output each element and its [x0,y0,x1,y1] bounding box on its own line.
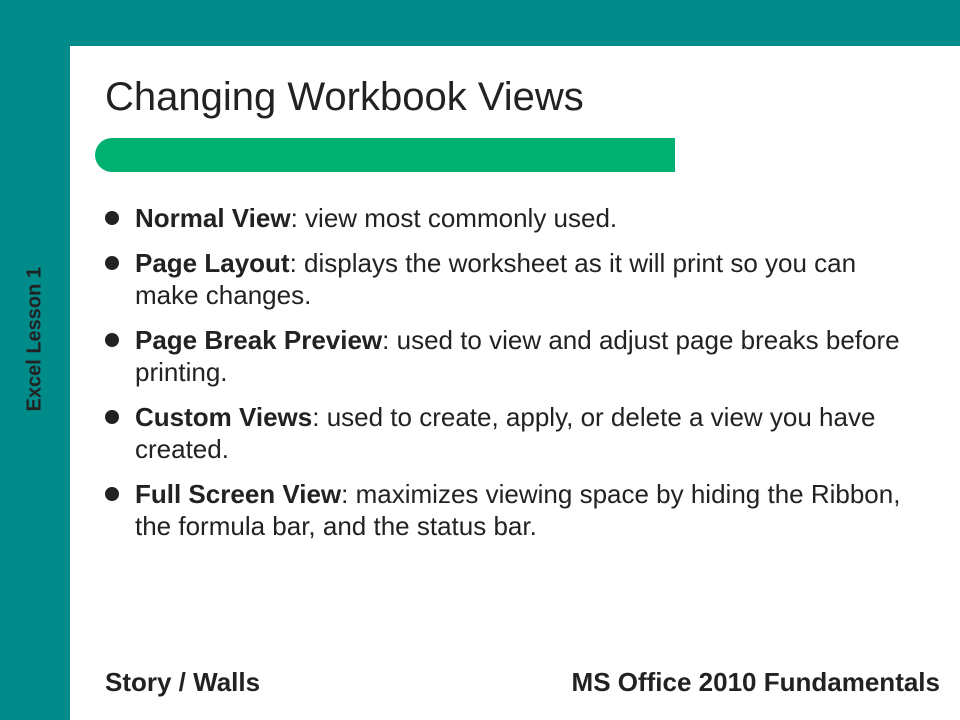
bullet-list: Normal View: view most commonly used. Pa… [105,202,920,543]
footer-left: Story / Walls [105,667,260,698]
sidebar-label: Excel Lesson 1 [24,267,47,412]
list-item: Custom Views: used to create, apply, or … [105,401,920,466]
bullet-term: Page Break Preview [135,325,382,355]
bullet-term: Full Screen View [135,479,341,509]
slide-content: Changing Workbook Views Normal View: vie… [105,75,920,555]
list-item: Page Layout: displays the worksheet as i… [105,247,920,312]
bullet-term: Custom Views [135,402,312,432]
bullet-term: Page Layout [135,248,290,278]
list-item: Page Break Preview: used to view and adj… [105,324,920,389]
page-number: 19 [0,663,95,702]
list-item: Normal View: view most commonly used. [105,202,920,235]
title-underline [105,138,920,172]
bullet-desc: : view most commonly used. [291,203,618,233]
list-item: Full Screen View: maximizes viewing spac… [105,478,920,543]
footer: 19 Story / Walls MS Office 2010 Fundamen… [0,663,960,702]
underline-bar [145,138,675,172]
bullet-term: Normal View [135,203,291,233]
slide-title: Changing Workbook Views [105,75,920,120]
footer-right: MS Office 2010 Fundamentals [572,667,940,698]
top-border [0,0,960,46]
